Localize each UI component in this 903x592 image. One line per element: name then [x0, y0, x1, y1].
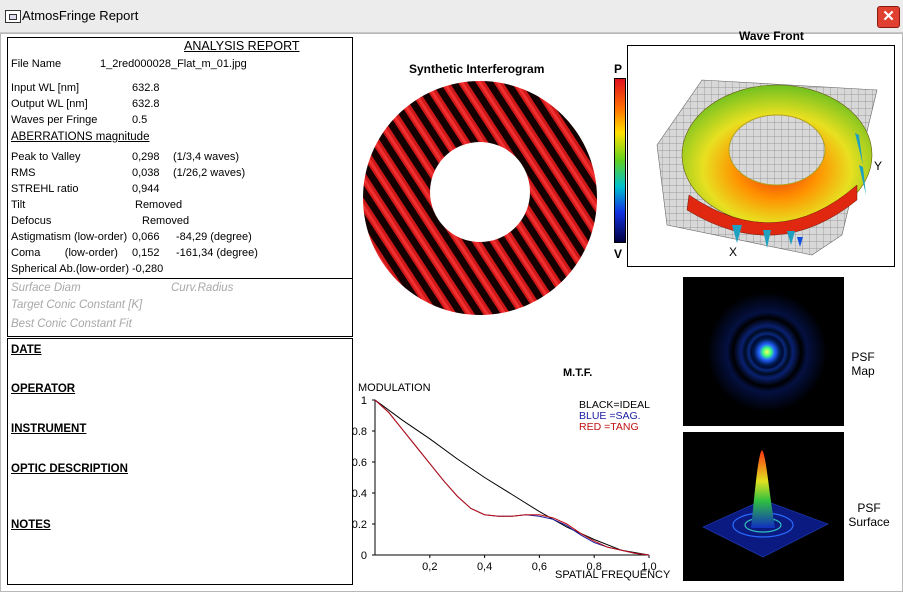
window-title: AtmosFringe Report [22, 8, 139, 23]
mtf-y-tick-label: 0 [361, 550, 367, 562]
coma-label: Coma (low-order) [11, 247, 118, 259]
file-name-value: 1_2red000028_Flat_m_01.jpg [100, 58, 247, 70]
wavefront-x-label: X [729, 245, 737, 259]
spherical-value: -0,280 [132, 263, 164, 275]
colorbar-top-label: P [614, 62, 623, 76]
mtf-x-tick-label: 0,2 [422, 561, 437, 573]
mtf-x-tick-label: 0,4 [477, 561, 492, 573]
strehl-value: 0,944 [132, 183, 160, 195]
psf-map-image [683, 277, 844, 426]
psf-map-label: PSF Map [851, 350, 875, 378]
curv-radius-label: Curv.Radius [171, 282, 234, 294]
astigmatism-value: 0,066 [132, 231, 160, 243]
spherical-label: Spherical Ab.(low-order) [11, 263, 129, 275]
astigmatism-label: Astigmatism (low-order) [11, 231, 128, 243]
rms-value: 0,038 [132, 167, 160, 179]
astigmatism-angle: -84,29 (degree) [176, 231, 252, 243]
input-wl-label: Input WL [nm] [11, 82, 80, 94]
colorbar-bottom-label: V [614, 247, 623, 261]
pv-label: Peak to Valley [11, 151, 81, 163]
waves-per-fringe-label: Waves per Fringe [11, 114, 98, 126]
waves-per-fringe-value: 0.5 [132, 114, 148, 126]
defocus-value: Removed [142, 215, 190, 227]
analysis-report-panel: ANALYSIS REPORT File Name 1_2red000028_F… [7, 37, 353, 337]
mtf-x-tick-label: 0,8 [587, 561, 602, 573]
mtf-legend-entry: RED =TANG [579, 421, 639, 433]
wavefront-y-label: Y [874, 159, 882, 173]
output-wl-label: Output WL [nm] [11, 98, 88, 110]
wavefront-plot: Y X [627, 45, 895, 267]
mtf-chart: 00.20.40.60.810,2 0,4 0,6 0,8 1,0 BLACK=IDEA… [353, 395, 657, 573]
instrument-label: INSTRUMENT [11, 423, 87, 435]
mtf-y-tick-label: 1 [361, 395, 367, 407]
mtf-y-tick-label: 0.6 [353, 457, 367, 469]
interferogram-image [362, 80, 598, 316]
mtf-y-tick-label: 0.8 [353, 426, 367, 438]
input-wl-value: 632.8 [132, 82, 160, 94]
close-button[interactable]: ✕ [877, 6, 900, 28]
pv-value: 0,298 [132, 151, 160, 163]
output-wl-value: 632.8 [132, 98, 160, 110]
best-conic-label: Best Conic Constant Fit [11, 318, 132, 330]
mtf-x-tick-label: 0,6 [532, 561, 547, 573]
rms-waves: (1/26,2 waves) [173, 167, 246, 179]
strehl-label: STREHL ratio [11, 183, 79, 195]
report-heading: ANALYSIS REPORT [184, 39, 300, 53]
coma-angle: -161,34 (degree) [176, 247, 258, 259]
date-label: DATE [11, 344, 42, 356]
mtf-y-tick-label: 0.4 [353, 488, 367, 500]
app-icon [5, 10, 21, 23]
psf-surface-image [683, 432, 844, 581]
tilt-value: Removed [135, 199, 183, 211]
surface-diam-label: Surface Diam [11, 282, 81, 294]
interferogram-title: Synthetic Interferogram [409, 62, 545, 76]
report-divider [8, 278, 352, 279]
psf-surface-label: PSF Surface [848, 501, 890, 529]
pv-waves: (1/3,4 waves) [173, 151, 240, 163]
target-conic-label: Target Conic Constant [K] [11, 299, 143, 311]
colorbar [614, 78, 626, 243]
info-panel: DATE OPERATOR INSTRUMENT OPTIC DESCRIPTI… [7, 338, 353, 585]
defocus-label: Defocus [11, 215, 52, 227]
coma-value: 0,152 [132, 247, 160, 259]
mtf-title: M.T.F. [563, 367, 593, 379]
mtf-x-tick-label: 1,0 [641, 561, 656, 573]
wavefront-title: Wave Front [739, 29, 804, 43]
notes-label: NOTES [11, 519, 51, 531]
rms-label: RMS [11, 167, 36, 179]
mtf-y-tick-label: 0.2 [353, 519, 367, 531]
optic-description-label: OPTIC DESCRIPTION [11, 463, 128, 475]
tilt-label: Tilt [11, 199, 26, 211]
aberrations-heading: ABERRATIONS magnitude [11, 131, 150, 143]
file-name-label: File Name [11, 58, 62, 70]
operator-label: OPERATOR [11, 383, 76, 395]
